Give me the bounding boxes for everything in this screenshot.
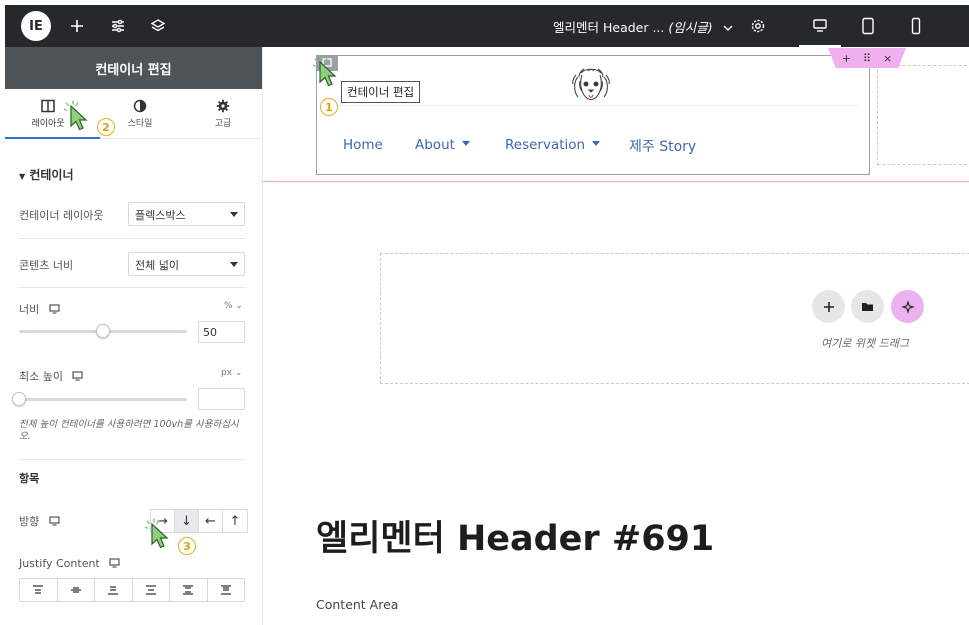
- top-bar: IE 엘리멘터 Header ... (임시글): [5, 5, 969, 47]
- document-title[interactable]: 엘리멘터 Header ... (임시글): [553, 17, 733, 36]
- gear-icon[interactable]: [745, 13, 771, 39]
- min-height-unit: px: [221, 368, 233, 378]
- contrast-icon: [132, 99, 148, 113]
- nav-item-reservation[interactable]: Reservation: [505, 137, 601, 153]
- justify-space-around-button[interactable]: [170, 579, 208, 601]
- nav-item-jeju-story[interactable]: 제주 Story: [629, 136, 696, 156]
- direction-column-button[interactable]: ↓: [175, 510, 199, 532]
- step-badge-1: 1: [320, 98, 338, 116]
- min-height-help: 전체 높이 컨테이너를 사용하려면 100vh를 사용하십시오.: [19, 419, 239, 442]
- justify-end-button[interactable]: [95, 579, 133, 601]
- doc-status: (임시글): [668, 20, 713, 35]
- width-label-text: 너비: [19, 303, 40, 316]
- width-unit-select[interactable]: % ⌄: [224, 301, 243, 311]
- min-height-slider-knob[interactable]: [12, 392, 26, 406]
- justify-space-between-button[interactable]: [133, 579, 170, 601]
- nav-jeju-story-label: 제주 Story: [629, 139, 697, 155]
- direction-column-reverse-button[interactable]: ↑: [223, 510, 247, 532]
- step-badge-3: 3: [178, 537, 196, 555]
- justify-start-button[interactable]: [20, 579, 58, 601]
- content-area: Content Area: [316, 597, 399, 612]
- cursor-pointer-icon: [311, 56, 343, 94]
- container-layout-label: 컨테이너 레이아웃: [19, 209, 104, 222]
- width-label: 너비: [19, 301, 60, 317]
- plus-icon[interactable]: [64, 13, 90, 39]
- doc-title-text: 엘리멘터 Header ...: [553, 20, 665, 35]
- section-container[interactable]: ▼ 컨테이너: [19, 166, 74, 183]
- min-height-label-text: 최소 높이: [19, 370, 63, 383]
- min-height-slider[interactable]: [12, 392, 187, 406]
- cursor-pointer-icon: [143, 518, 175, 562]
- layers-icon[interactable]: [145, 13, 171, 39]
- divider: [19, 459, 245, 460]
- width-unit: %: [224, 301, 233, 311]
- sliders-icon[interactable]: [105, 13, 131, 39]
- editor-panel: 컨테이너 편집 레이아웃 스타일 고급 ▼ 컨테이너 컨테이너 레이아웃 플렉스…: [5, 47, 263, 625]
- elementor-logo[interactable]: IE: [21, 11, 51, 41]
- justify-content-label: Justify Content: [19, 557, 120, 571]
- edit-container-tooltip: 컨테이너 편집: [341, 81, 421, 103]
- desktop-icon[interactable]: [109, 557, 120, 571]
- justify-content-control: [19, 578, 245, 602]
- nav-reservation-label: Reservation: [505, 137, 586, 153]
- caret-down-icon: [592, 141, 601, 150]
- delete-section-button[interactable]: ×: [883, 52, 892, 65]
- container-layout-select[interactable]: 플렉스박스: [128, 202, 245, 226]
- chevron-down-icon[interactable]: [723, 20, 733, 35]
- caret-down-icon: [461, 141, 470, 150]
- mobile-icon[interactable]: [895, 5, 937, 47]
- editor-window: IE 엘리멘터 Header ... (임시글) 컨테이너 편집 레이아웃 스타…: [0, 0, 969, 625]
- empty-container-outline[interactable]: [877, 65, 969, 165]
- page-title: 엘리멘터 Header #691: [316, 519, 715, 559]
- direction-label: 방향: [19, 513, 60, 529]
- nav-home-label: Home: [343, 137, 383, 153]
- tab-layout-label: 레이아웃: [31, 119, 65, 129]
- folder-icon[interactable]: [851, 290, 884, 323]
- justify-content-label-text: Justify Content: [19, 557, 100, 570]
- content-width-select[interactable]: 전체 넓이: [128, 252, 245, 276]
- section-toolbar: + ⠿ ×: [828, 48, 906, 68]
- justify-center-button[interactable]: [58, 579, 95, 601]
- add-element-button[interactable]: [812, 290, 845, 323]
- desktop-icon[interactable]: [49, 303, 60, 317]
- drop-zone-hint: 여기로 위젯 드래그: [821, 337, 909, 350]
- nav-about-label: About: [415, 137, 455, 153]
- panel-tabs: 레이아웃 스타일 고급: [5, 89, 262, 139]
- desktop-icon[interactable]: [72, 370, 84, 384]
- cursor-pointer-icon: [62, 100, 94, 138]
- justify-space-evenly-button[interactable]: [208, 579, 245, 601]
- divider: [19, 287, 245, 288]
- panel-title: 컨테이너 편집: [5, 47, 262, 89]
- section-title: 컨테이너: [29, 168, 74, 182]
- divider: [19, 238, 245, 239]
- direction-label-text: 방향: [19, 515, 40, 528]
- widget-drop-zone[interactable]: [380, 253, 969, 384]
- add-section-button[interactable]: +: [842, 52, 851, 65]
- preview-canvas: + ⠿ × 컨테이너 편집 Home About Reservation 제주 …: [263, 47, 969, 625]
- tab-advanced[interactable]: 고급: [188, 89, 258, 139]
- min-height-label: 최소 높이: [19, 368, 84, 384]
- tab-style[interactable]: 스타일: [105, 89, 175, 139]
- min-height-unit-select[interactable]: px ⌄: [221, 368, 242, 378]
- min-height-input[interactable]: [198, 388, 245, 410]
- site-logo[interactable]: [568, 65, 614, 111]
- step-badge-2: 2: [97, 118, 115, 136]
- width-slider-knob[interactable]: [96, 324, 110, 338]
- direction-row-reverse-button[interactable]: ←: [199, 510, 223, 532]
- nav-item-about[interactable]: About: [415, 137, 470, 153]
- tab-style-label: 스타일: [127, 119, 153, 129]
- gear-icon: [215, 99, 231, 113]
- layout-icon: [40, 99, 56, 113]
- drag-handle-icon[interactable]: ⠿: [863, 52, 871, 65]
- items-title: 항목: [19, 472, 40, 485]
- nav-item-home[interactable]: Home: [343, 137, 383, 153]
- tablet-icon[interactable]: [847, 5, 889, 47]
- content-width-label: 콘텐츠 너비: [19, 259, 74, 272]
- width-input[interactable]: 50: [198, 321, 245, 343]
- desktop-icon[interactable]: [799, 5, 841, 47]
- width-slider[interactable]: [19, 324, 187, 338]
- ai-sparkle-icon[interactable]: [891, 290, 924, 323]
- desktop-icon[interactable]: [49, 515, 60, 529]
- tab-advanced-label: 고급: [214, 119, 232, 129]
